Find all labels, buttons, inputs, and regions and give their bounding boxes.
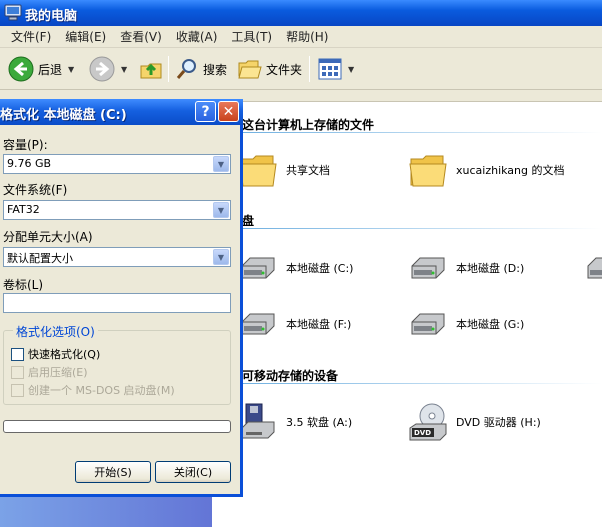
- allocation-unit-select[interactable]: 默认配置大小 ▼: [3, 247, 231, 267]
- allocation-unit-value: 默认配置大小: [7, 252, 73, 265]
- menu-favorites[interactable]: 收藏(A): [169, 28, 225, 45]
- checkbox-icon: [11, 347, 24, 361]
- close-button[interactable]: 关闭(C): [155, 461, 231, 483]
- group-header-stored-files: 这台计算机上存储的文件: [242, 118, 375, 132]
- back-button[interactable]: 后退 ▼: [8, 54, 74, 84]
- up-folder-button[interactable]: [139, 54, 163, 84]
- toolbar: 后退 ▼ ▼ 搜索 文件夹 ▼: [0, 48, 602, 90]
- hard-disk-icon: [411, 313, 445, 335]
- back-label: 后退: [38, 62, 63, 77]
- drive-f[interactable]: 本地磁盘 (F:): [238, 304, 351, 344]
- menu-help[interactable]: 帮助(H): [279, 28, 335, 45]
- msdos-startup-label: 创建一个 MS-DOS 启动盘(M): [28, 384, 175, 397]
- compression-checkbox[interactable]: 启用压缩(E): [11, 364, 88, 380]
- volume-label-input[interactable]: [3, 293, 231, 313]
- views-icon: [318, 58, 342, 80]
- svg-text:DVD: DVD: [414, 429, 431, 437]
- item-label: 本地磁盘 (F:): [286, 318, 352, 331]
- checkbox-icon: [11, 365, 24, 379]
- my-computer-icon: [4, 4, 22, 21]
- filesystem-select[interactable]: FAT32 ▼: [3, 200, 231, 220]
- dvd-drive[interactable]: DVD DVD 驱动器 (H:): [408, 402, 541, 442]
- group-header-drives: 盘: [242, 214, 255, 228]
- hard-disk-icon: [241, 313, 275, 335]
- format-progress-bar: [3, 420, 231, 433]
- group-divider: [242, 383, 602, 384]
- drive-e-partial[interactable]: [584, 248, 602, 288]
- capacity-select[interactable]: 9.76 GB ▼: [3, 154, 231, 174]
- menu-tools[interactable]: 工具(T): [224, 28, 279, 45]
- menu-edit[interactable]: 编辑(E): [58, 28, 113, 45]
- hard-disk-icon: [587, 257, 602, 279]
- drive-d[interactable]: 本地磁盘 (D:): [408, 248, 524, 288]
- group-divider: [242, 132, 602, 133]
- question-icon: ?: [201, 103, 210, 120]
- floppy-drive[interactable]: 3.5 软盘 (A:): [238, 402, 352, 442]
- up-folder-icon: [140, 63, 162, 79]
- chevron-down-icon[interactable]: ▼: [213, 202, 229, 218]
- content-pane: 这台计算机上存储的文件 共享文档 xucaizhikang 的文档 盘 本地磁盘…: [212, 102, 602, 527]
- forward-arrow-icon: [89, 56, 115, 82]
- back-arrow-icon: [8, 56, 34, 82]
- menu-file[interactable]: 文件(F): [4, 28, 58, 45]
- msdos-startup-checkbox[interactable]: 创建一个 MS-DOS 启动盘(M): [11, 382, 175, 398]
- search-label: 搜索: [203, 62, 228, 77]
- checkbox-icon: [11, 383, 24, 397]
- hard-disk-icon: [411, 257, 445, 279]
- folders-label: 文件夹: [266, 62, 303, 77]
- compression-label: 启用压缩(E): [28, 366, 88, 379]
- filesystem-value: FAT32: [7, 203, 40, 216]
- window-title: 我的电脑: [25, 9, 78, 24]
- dialog-title: 格式化 本地磁盘 (C:): [0, 108, 127, 123]
- hard-disk-icon: [241, 257, 275, 279]
- floppy-disk-icon: [241, 403, 275, 439]
- dialog-title-bar[interactable]: 格式化 本地磁盘 (C:) ? ✕: [0, 99, 243, 125]
- start-button[interactable]: 开始(S): [75, 461, 151, 483]
- toolbar-separator: [168, 56, 169, 82]
- volume-label-label: 卷标(L): [3, 278, 44, 292]
- group-divider: [242, 228, 602, 229]
- chevron-down-icon[interactable]: ▼: [68, 65, 74, 74]
- chevron-down-icon[interactable]: ▼: [213, 249, 229, 265]
- toolbar-separator: [309, 56, 310, 82]
- search-icon: [176, 59, 196, 79]
- shared-documents-folder[interactable]: 共享文档: [238, 150, 330, 190]
- item-label: xucaizhikang 的文档: [456, 164, 565, 177]
- forward-button[interactable]: ▼: [89, 54, 127, 84]
- folders-icon: [238, 60, 262, 79]
- views-button[interactable]: ▼: [318, 54, 354, 84]
- item-label: DVD 驱动器 (H:): [456, 416, 541, 429]
- item-label: 本地磁盘 (C:): [286, 262, 354, 275]
- item-label: 共享文档: [286, 164, 330, 177]
- explorer-title-bar[interactable]: 我的电脑: [0, 0, 602, 26]
- quick-format-label: 快速格式化(Q): [28, 348, 101, 361]
- folders-button[interactable]: 文件夹: [238, 54, 302, 84]
- item-label: 本地磁盘 (G:): [456, 318, 525, 331]
- item-label: 本地磁盘 (D:): [456, 262, 525, 275]
- capacity-value: 9.76 GB: [7, 157, 52, 170]
- folder-icon: [409, 155, 447, 187]
- chevron-down-icon[interactable]: ▼: [348, 65, 354, 74]
- chevron-down-icon[interactable]: ▼: [213, 156, 229, 172]
- close-icon: ✕: [222, 103, 235, 120]
- help-button[interactable]: ?: [195, 101, 216, 122]
- user-documents-folder[interactable]: xucaizhikang 的文档: [408, 150, 565, 190]
- item-label: 3.5 软盘 (A:): [286, 416, 353, 429]
- drive-g[interactable]: 本地磁盘 (G:): [408, 304, 524, 344]
- dialog-close-button[interactable]: ✕: [218, 101, 239, 122]
- search-button[interactable]: 搜索: [175, 54, 227, 84]
- drive-c[interactable]: 本地磁盘 (C:): [238, 248, 353, 288]
- group-header-removable: 可移动存储的设备: [242, 369, 339, 383]
- allocation-unit-label: 分配单元大小(A): [3, 230, 93, 244]
- dvd-drive-icon: DVD: [409, 403, 447, 441]
- chevron-down-icon[interactable]: ▼: [121, 65, 127, 74]
- format-options-legend: 格式化选项(O): [13, 323, 98, 340]
- menu-bar: 文件(F) 编辑(E) 查看(V) 收藏(A) 工具(T) 帮助(H): [0, 26, 602, 48]
- filesystem-label: 文件系统(F): [3, 183, 68, 197]
- format-dialog: 格式化 本地磁盘 (C:) ? ✕ 容量(P): 9.76 GB ▼ 文件系统(…: [0, 99, 243, 497]
- menu-view[interactable]: 查看(V): [113, 28, 169, 45]
- folder-icon: [239, 155, 277, 187]
- quick-format-checkbox[interactable]: 快速格式化(Q): [11, 346, 100, 362]
- capacity-label: 容量(P):: [3, 138, 48, 152]
